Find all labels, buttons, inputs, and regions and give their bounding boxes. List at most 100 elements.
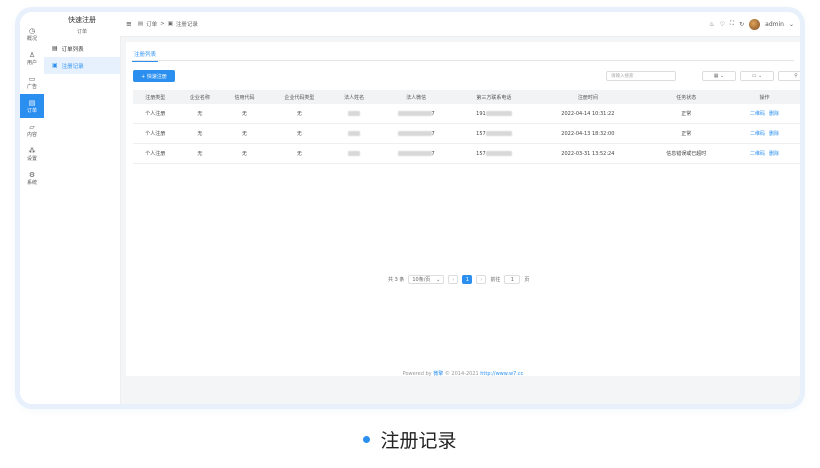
- redacted-text: [485, 150, 512, 156]
- table-header-cell: 法人姓名: [331, 90, 377, 104]
- sidebar-item[interactable]: ▱ 内容: [20, 118, 44, 142]
- phone-prefix: 191: [476, 110, 486, 117]
- caption-text: 注册记录: [380, 430, 457, 452]
- sidebar-item[interactable]: ▭ 广告: [20, 70, 44, 94]
- cell-code-type: 无: [266, 104, 332, 124]
- search-input[interactable]: 请输入搜索: [606, 71, 676, 81]
- page-number-current[interactable]: 1: [462, 275, 473, 284]
- table-header-cell: 信用代码: [222, 90, 267, 104]
- redacted-text: [348, 130, 361, 136]
- qrcode-link[interactable]: 二维码: [750, 151, 765, 157]
- export-button[interactable]: ▭ ⌄: [740, 71, 774, 81]
- sidebar-item[interactable]: ◷ 概况: [20, 22, 44, 46]
- caption: 注册记录: [0, 426, 820, 453]
- record-icon: ▣: [167, 21, 173, 27]
- footer-brand-link[interactable]: 微擎: [433, 371, 443, 377]
- table-header-cell: 第三方联系电话: [455, 90, 532, 104]
- table-header-cell: 注册类型: [133, 90, 178, 104]
- cell-actions: 二维码 删除: [728, 143, 800, 164]
- sidebar-item-label: 概况: [26, 35, 37, 42]
- shirt-icon[interactable]: ♡: [720, 21, 725, 28]
- submenu-item-label: 注册记录: [61, 63, 84, 70]
- page-size-select[interactable]: 10条/页 ⌄: [408, 275, 445, 284]
- delete-link[interactable]: 删除: [769, 151, 779, 157]
- redacted-text: [397, 150, 432, 156]
- cell-phone-redacted: 157: [455, 123, 532, 144]
- redacted-text: [485, 110, 512, 116]
- pagination-total: 共 3 条: [388, 277, 405, 283]
- search-icon: ⚲: [794, 73, 798, 79]
- footer-prefix: Powered by: [402, 371, 434, 377]
- table-row: 个人注册无无无 7 157 2022-04-13 18:32:00 正常 二维码 删除: [133, 123, 800, 144]
- cell-register-time: 2022-04-13 18:32:00: [531, 123, 644, 144]
- submenu-title: 快速注册: [68, 16, 96, 24]
- user-icon: ♙: [28, 50, 36, 59]
- tab-register-list[interactable]: 注册列表: [132, 50, 159, 62]
- qrcode-link[interactable]: 二维码: [750, 111, 765, 117]
- delete-link[interactable]: 删除: [769, 131, 779, 137]
- cell-actions: 二维码 删除: [728, 123, 800, 144]
- table-header-cell: 法人微信: [376, 90, 456, 104]
- cell-wechat-redacted: 7: [376, 123, 456, 144]
- cell-credit-code: 无: [222, 123, 267, 144]
- redacted-text: [397, 110, 432, 116]
- list-icon: ▤: [52, 45, 58, 52]
- next-page-button[interactable]: ›: [476, 275, 487, 284]
- register-table: 注册类型 企业名称 信用代码 企业代码类型 法人姓名 法人微信 第三方联系电话 注册时间 任务状…: [133, 90, 800, 164]
- table-header-cell: 注册时间: [531, 90, 644, 104]
- sidebar-item[interactable]: ▤ 订单: [20, 94, 44, 118]
- quick-register-button[interactable]: + 快速注册: [133, 70, 175, 82]
- submenu-item-register-records[interactable]: ▣ 注册记录: [44, 57, 120, 74]
- footer-url-link[interactable]: http://www.w7.cc: [480, 371, 523, 377]
- cell-task-status: 信息错误或已超时: [643, 143, 729, 164]
- redacted-text: [348, 110, 361, 116]
- footer-copyright: © 2014-2021: [443, 371, 481, 377]
- table-header-cell: 企业代码类型: [266, 90, 332, 104]
- submenu-header: 快速注册 订单: [44, 12, 120, 40]
- cell-code-type: 无: [266, 143, 332, 164]
- breadcrumb-current: 注册记录: [175, 22, 198, 28]
- chevron-down-icon[interactable]: ⌄: [789, 21, 794, 28]
- username[interactable]: admin: [765, 21, 784, 28]
- cell-code-type: 无: [266, 123, 332, 144]
- footer: Powered by 微擎 © 2014-2021 http://www.w7.…: [126, 368, 800, 380]
- order-icon: ▤: [28, 98, 36, 107]
- sidebar-item[interactable]: ⁂ 设置: [20, 142, 44, 166]
- delete-link[interactable]: 删除: [769, 111, 779, 117]
- bell-icon[interactable]: ♨: [709, 21, 714, 28]
- bullet-dot: [363, 436, 371, 443]
- cell-phone-redacted: 191: [455, 104, 532, 124]
- submenu-subtitle: 订单: [76, 29, 87, 35]
- cell-company-name: 无: [177, 143, 223, 164]
- cell-wechat-redacted: 7: [376, 143, 456, 164]
- view-toggle-button[interactable]: ▦ ⌄: [702, 71, 736, 81]
- cell-register-type: 个人注册: [133, 104, 178, 124]
- phone-prefix: 157: [476, 130, 486, 137]
- record-icon: ▣: [52, 62, 58, 69]
- avatar[interactable]: [749, 18, 761, 30]
- qrcode-link[interactable]: 二维码: [750, 131, 765, 137]
- wechat-tail: 7: [431, 130, 435, 137]
- cell-wechat-redacted: 7: [376, 104, 456, 124]
- app-window: ◷ 概况 ♙ 用户 ▭ 广告 ▤ 订单 ▱ 内容 ⁂ 设置 ⚙ 系统 快速注册 订单 ▤ 订单列表 ▣ 注…: [20, 12, 800, 404]
- goto-page-input[interactable]: 1: [504, 275, 521, 284]
- fullscreen-icon[interactable]: ⛶: [730, 20, 734, 28]
- submenu-item-order-list[interactable]: ▤ 订单列表: [44, 40, 120, 57]
- sidebar-item[interactable]: ♙ 用户: [20, 46, 44, 70]
- cell-legal-name-redacted: [331, 123, 377, 144]
- phone-prefix: 157: [476, 150, 486, 157]
- cell-task-status: 正常: [643, 104, 729, 124]
- search-button[interactable]: ⚲: [778, 71, 800, 81]
- breadcrumb-item[interactable]: 订单: [146, 20, 157, 28]
- table-row: 个人注册无无无 7 191 2022-04-14 10:31:22 正常 二维码 删除: [133, 104, 800, 124]
- cell-task-status: 正常: [643, 123, 729, 144]
- cell-company-name: 无: [177, 123, 223, 144]
- prev-page-button[interactable]: ‹: [448, 275, 459, 284]
- sidebar-item-label: 设置: [26, 155, 37, 162]
- breadcrumb-separator: >: [160, 21, 165, 27]
- sidebar-item[interactable]: ⚙ 系统: [20, 166, 44, 190]
- cell-actions: 二维码 删除: [728, 104, 800, 124]
- menu-toggle-icon[interactable]: ≡: [126, 20, 132, 28]
- cell-register-time: 2022-03-31 13:52:24: [531, 143, 644, 164]
- refresh-icon[interactable]: ↻: [739, 21, 744, 28]
